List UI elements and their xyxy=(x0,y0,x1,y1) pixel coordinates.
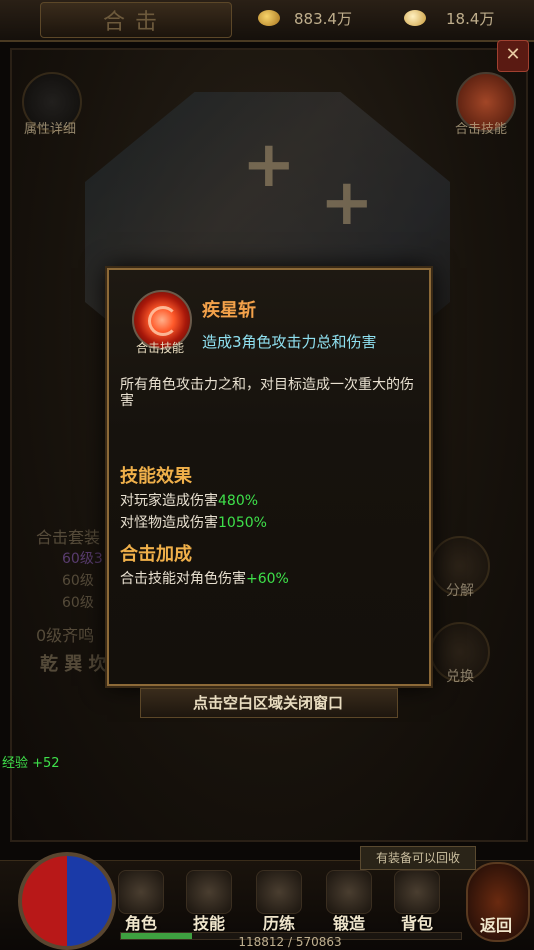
set-line: 60级3 xyxy=(62,551,103,567)
bonus-line: 合击技能对角色伤害+60% xyxy=(120,568,289,588)
close-hint: 点击空白区域关闭窗口 xyxy=(192,694,343,712)
skill-name: 疾星斩 xyxy=(202,300,256,321)
nav-bag-button[interactable]: 背包 xyxy=(386,870,448,934)
gold-coin-icon xyxy=(258,10,280,26)
add-slot-icon[interactable]: + xyxy=(320,166,374,240)
combo-skill-label: 合击技能 xyxy=(454,122,507,137)
training-icon xyxy=(256,870,302,914)
effect-text: 对玩家造成伤害 xyxy=(120,493,218,509)
skill-subtitle: 造成3角色攻击力总和伤害 xyxy=(202,333,377,351)
effect-line: 对玩家造成伤害480% xyxy=(120,490,258,510)
set-line: 60级 xyxy=(62,595,94,611)
bonus-value: +60% xyxy=(246,571,289,587)
ingot-amount: 18.4万 xyxy=(446,10,495,28)
resonance-text: 0级齐鸣 xyxy=(36,626,95,645)
exp-text: 118812 / 570863 xyxy=(238,935,342,949)
exp-gain-text: 经验 +52 xyxy=(2,756,60,771)
nav-label: 锻造 xyxy=(332,914,365,933)
effect-value: 480% xyxy=(218,493,259,509)
attr-detail-label: 属性详细 xyxy=(23,122,76,137)
bonus-title: 合击加成 xyxy=(120,544,192,565)
decompose-label: 分解 xyxy=(446,583,474,599)
effect-line: 对怪物造成伤害1050% xyxy=(120,512,267,532)
taiji-main-icon[interactable] xyxy=(18,852,116,950)
effect-value: 1050% xyxy=(218,515,267,531)
close-icon[interactable]: ✕ xyxy=(497,40,529,72)
page-title: 合击 xyxy=(102,10,167,35)
nav-label: 背包 xyxy=(400,914,433,933)
skill-book-icon xyxy=(186,870,232,914)
recycle-hint[interactable]: 有装备可以回收 xyxy=(360,846,476,870)
bonus-text: 合击技能对角色伤害 xyxy=(120,571,246,587)
back-label: 返回 xyxy=(479,916,512,935)
nav-label: 角色 xyxy=(124,914,157,933)
warrior-icon xyxy=(118,870,164,914)
skill-description: 所有角色攻击力之和，对目标造成一次重大的伤害 xyxy=(120,377,414,409)
nav-forge-button[interactable]: 锻造 xyxy=(318,870,380,934)
combo-set-title: 合击套装 xyxy=(36,528,101,547)
swirl-icon xyxy=(148,306,178,336)
ingot-icon xyxy=(404,10,426,26)
effect-title: 技能效果 xyxy=(120,466,192,487)
orb-label: 合击技能 xyxy=(135,341,184,355)
anvil-icon xyxy=(326,870,372,914)
nav-role-button[interactable]: 角色 xyxy=(110,870,172,934)
gold-amount: 883.4万 xyxy=(294,10,352,28)
nav-training-button[interactable]: 历练 xyxy=(248,870,310,934)
bag-icon xyxy=(394,870,440,914)
nav-skill-button[interactable]: 技能 xyxy=(178,870,240,934)
nav-label: 历练 xyxy=(262,914,295,933)
set-line: 60级 xyxy=(62,573,94,589)
add-slot-icon[interactable]: + xyxy=(242,128,296,202)
nav-label: 技能 xyxy=(192,914,225,933)
effect-text: 对怪物造成伤害 xyxy=(120,515,218,531)
exchange-label: 兑换 xyxy=(446,669,474,685)
